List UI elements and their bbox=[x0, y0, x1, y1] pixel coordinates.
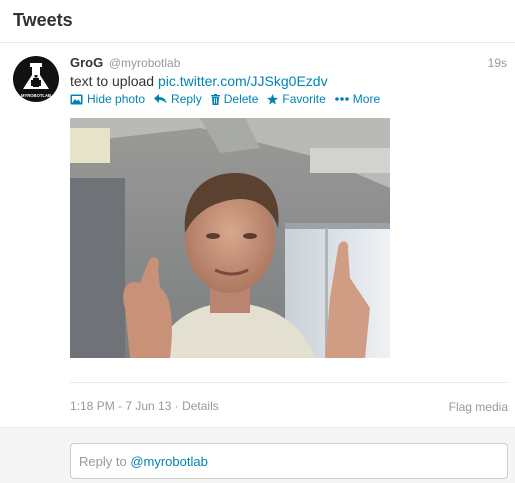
more-label: More bbox=[352, 92, 381, 106]
tweet-link[interactable]: pic.twitter.com/JJSkg0Ezdv bbox=[158, 73, 328, 89]
reply-label: Reply bbox=[171, 92, 202, 106]
reply-prefix: Reply to bbox=[79, 454, 131, 469]
selfie-photo bbox=[70, 118, 390, 358]
timeline-header: Tweets bbox=[0, 0, 515, 43]
robot-logo-icon: MYROBOTLAB bbox=[13, 56, 59, 102]
author-line: GroG @myrobotlab bbox=[70, 55, 180, 70]
svg-text:MYROBOTLAB: MYROBOTLAB bbox=[21, 93, 51, 98]
more-button[interactable]: More bbox=[334, 92, 381, 106]
meta-separator: · bbox=[171, 399, 183, 413]
reply-area: Reply to @myrobotlab bbox=[0, 427, 515, 483]
tweet-actions: Hide photo Reply Delete Favorite More bbox=[70, 92, 389, 106]
star-icon bbox=[267, 93, 279, 104]
tweet-text: text to upload pic.twitter.com/JJSkg0Ezd… bbox=[70, 73, 328, 89]
hide-photo-button[interactable]: Hide photo bbox=[70, 92, 145, 106]
favorite-label: Favorite bbox=[282, 92, 326, 106]
flag-media-link[interactable]: Flag media bbox=[449, 400, 508, 414]
reply-button[interactable]: Reply bbox=[154, 92, 202, 106]
page-title: Tweets bbox=[13, 10, 73, 30]
hide-photo-label: Hide photo bbox=[87, 92, 146, 106]
delete-label: Delete bbox=[223, 92, 259, 106]
tweet-body: text to upload bbox=[70, 73, 158, 89]
reply-input[interactable]: Reply to @myrobotlab bbox=[70, 443, 508, 479]
divider bbox=[70, 382, 508, 383]
avatar[interactable]: MYROBOTLAB bbox=[12, 55, 60, 103]
photo-icon bbox=[70, 94, 83, 104]
tweet-time[interactable]: 19s bbox=[488, 56, 507, 70]
tweet-meta: 1:18 PM - 7 Jun 13 · Details bbox=[70, 399, 219, 413]
author-name[interactable]: GroG bbox=[70, 55, 103, 70]
tweet-timestamp[interactable]: 1:18 PM - 7 Jun 13 bbox=[70, 399, 171, 413]
trash-icon bbox=[210, 93, 220, 105]
author-handle[interactable]: @myrobotlab bbox=[109, 56, 181, 70]
delete-button[interactable]: Delete bbox=[210, 92, 259, 106]
tweet-photo[interactable] bbox=[70, 118, 390, 358]
details-link[interactable]: Details bbox=[182, 399, 219, 413]
reply-mention: @myrobotlab bbox=[130, 454, 208, 469]
favorite-button[interactable]: Favorite bbox=[267, 92, 326, 106]
reply-arrow-icon bbox=[154, 94, 167, 104]
ellipsis-icon bbox=[334, 97, 349, 101]
